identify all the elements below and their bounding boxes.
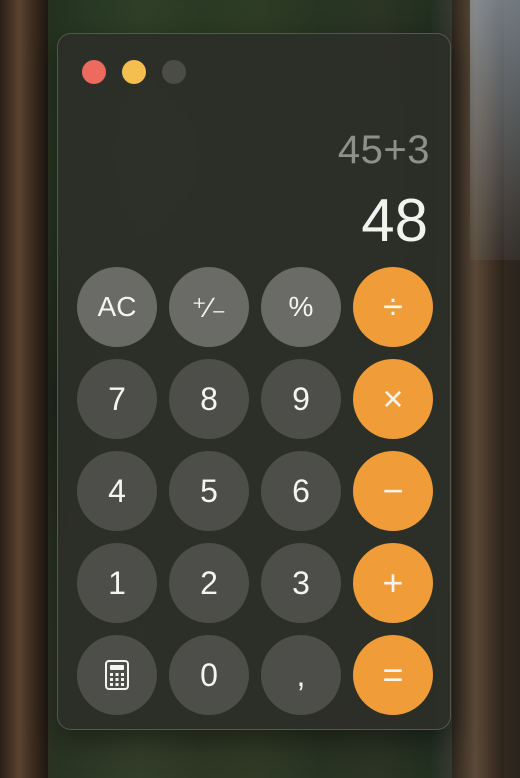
background-sky [470,0,520,260]
equals-button[interactable]: = [353,635,433,715]
keypad: AC ⁺∕₋ % ÷ 7 8 9 × 4 5 6 − 1 2 3 + 0 , = [77,267,433,715]
digit-8-button[interactable]: 8 [169,359,249,439]
calculator-mode-button[interactable] [77,635,157,715]
decimal-separator-button[interactable]: , [261,635,341,715]
digit-1-button[interactable]: 1 [77,543,157,623]
percent-button[interactable]: % [261,267,341,347]
digit-4-button[interactable]: 4 [77,451,157,531]
digit-2-button[interactable]: 2 [169,543,249,623]
plus-minus-button[interactable]: ⁺∕₋ [169,267,249,347]
background-tree-trunk-left [0,0,48,778]
divide-button[interactable]: ÷ [353,267,433,347]
multiply-button[interactable]: × [353,359,433,439]
all-clear-button[interactable]: AC [77,267,157,347]
add-button[interactable]: + [353,543,433,623]
digit-3-button[interactable]: 3 [261,543,341,623]
digit-0-button[interactable]: 0 [169,635,249,715]
close-window-button[interactable] [82,60,106,84]
expression-display: 45+3 [337,128,430,172]
digit-5-button[interactable]: 5 [169,451,249,531]
digit-6-button[interactable]: 6 [261,451,341,531]
zoom-window-button[interactable] [162,60,186,84]
calculator-window: 45+3 48 AC ⁺∕₋ % ÷ 7 8 9 × 4 5 6 − 1 2 3… [57,33,451,730]
digit-7-button[interactable]: 7 [77,359,157,439]
digit-9-button[interactable]: 9 [261,359,341,439]
subtract-button[interactable]: − [353,451,433,531]
calculator-icon [105,660,129,690]
minimize-window-button[interactable] [122,60,146,84]
result-display: 48 [361,187,428,254]
